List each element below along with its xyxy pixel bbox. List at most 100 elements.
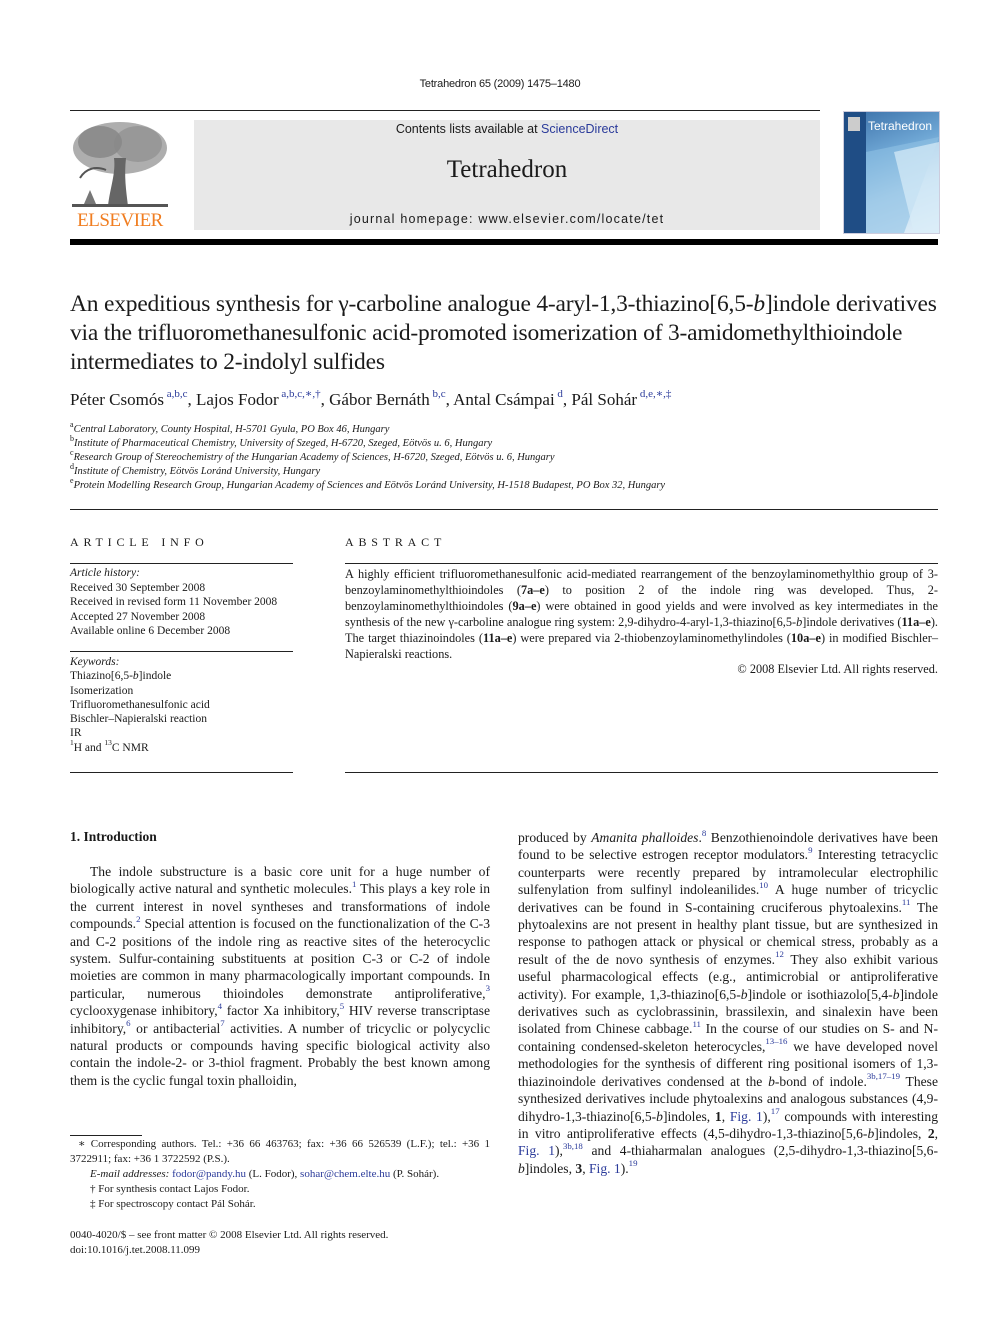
italic-text: b xyxy=(656,1108,663,1124)
author-name: Lajos Fodor xyxy=(196,390,279,409)
text-run: or antibacterial xyxy=(130,1020,221,1036)
keyword-item: Thiazino[6,5-b]indole xyxy=(70,670,172,683)
citation-ref[interactable]: 2 xyxy=(136,914,140,924)
citation-ref[interactable]: 4 xyxy=(218,1001,222,1011)
section-heading-introduction: 1. Introduction xyxy=(70,829,157,844)
footnotes: ∗ Corresponding authors. Tel.: +36 66 46… xyxy=(70,1137,490,1212)
history-label: Article history: xyxy=(70,567,140,579)
article-info-rule xyxy=(70,651,293,652)
author-name: Antal Csámpai xyxy=(453,390,555,409)
citation-ref[interactable]: 11 xyxy=(692,1019,701,1029)
footnote-rule xyxy=(70,1135,142,1136)
text-run: ) were prepared via 2-thiobenzoylaminome… xyxy=(512,631,791,645)
affiliation-item: eProtein Modelling Research Group, Hunga… xyxy=(70,475,666,491)
figure-link[interactable]: Fig. 1 xyxy=(730,1109,763,1124)
journal-cover-thumbnail[interactable]: Tetrahedron xyxy=(843,111,940,234)
author-name: Péter Csomós xyxy=(70,390,164,409)
citation-ref[interactable]: 12 xyxy=(775,949,784,959)
author-affiliation-ref[interactable]: d,e,∗,‡ xyxy=(637,388,672,400)
intro-paragraph: The indole substructure is a basic core … xyxy=(70,863,490,1089)
text-run: ), xyxy=(555,1143,563,1159)
figure-link[interactable]: Fig. 1 xyxy=(589,1161,621,1176)
history-online: Available online 6 December 2008 xyxy=(70,625,231,637)
keyword-item: Bischler–Napieralski reaction xyxy=(70,713,207,726)
compound-label: 10a–e xyxy=(790,631,821,645)
author-name: Pál Sohár xyxy=(571,390,638,409)
elsevier-tree-icon xyxy=(72,122,168,207)
contents-prefix: Contents lists available at xyxy=(395,122,542,136)
text-run: ]indoles, xyxy=(874,1125,928,1141)
citation-ref[interactable]: 6 xyxy=(126,1018,130,1028)
citation-ref[interactable]: 5 xyxy=(340,1001,344,1011)
abstract-rule xyxy=(345,563,938,564)
author-affiliation-ref[interactable]: a,b,c xyxy=(164,388,188,400)
citation-ref[interactable]: 13–16 xyxy=(765,1036,787,1046)
header-thick-rule xyxy=(70,239,938,245)
journal-banner: Contents lists available at ScienceDirec… xyxy=(194,120,820,230)
citation-ref[interactable]: 3b,18 xyxy=(563,1141,583,1151)
compound-label: 7a–e xyxy=(520,583,545,597)
citation-ref[interactable]: 9 xyxy=(808,845,812,855)
text-run: ]indole or isothiazolo[5,4- xyxy=(747,986,893,1002)
compound-label: 11a–e xyxy=(482,631,513,645)
article-title: An expeditious synthesis for γ-carboline… xyxy=(70,290,940,377)
journal-name: Tetrahedron xyxy=(446,156,568,183)
history-accepted: Accepted 27 November 2008 xyxy=(70,610,206,623)
text-run: and 4-thiaharmalan analogues (2,5-dihydr… xyxy=(582,1143,939,1159)
issn-line: 0040-4020/$ – see front matter © 2008 El… xyxy=(70,1229,389,1241)
email-link-sohar[interactable]: sohar@chem.elte.hu xyxy=(300,1168,390,1180)
citation-ref[interactable]: 10 xyxy=(759,880,768,890)
abstract-heading: ABSTRACT xyxy=(345,535,447,549)
italic-text: b xyxy=(740,986,748,1002)
affiliation-item: cResearch Group of Stereochemistry of th… xyxy=(70,447,555,463)
citation-ref[interactable]: 17 xyxy=(771,1106,780,1116)
keywords-label: Keywords: xyxy=(70,656,120,668)
elsevier-logo[interactable]: ELSEVIER xyxy=(70,118,170,232)
affiliation-item: aCentral Laboratory, County Hospital, H-… xyxy=(70,419,390,435)
article-history: Article history: Received 30 September 2… xyxy=(70,566,310,639)
abstract-copyright: © 2008 Elsevier Ltd. All rights reserved… xyxy=(737,662,938,676)
history-received: Received 30 September 2008 xyxy=(70,581,206,594)
affiliation-item: dInstitute of Chemistry, Eötvös Loránd U… xyxy=(70,461,321,477)
citation-ref[interactable]: 11 xyxy=(902,897,911,907)
text-run: -bond of indole. xyxy=(774,1073,867,1089)
sciencedirect-link[interactable]: ScienceDirect xyxy=(541,122,618,136)
author-affiliation-ref[interactable]: a,b,c,∗,† xyxy=(279,388,320,400)
footnote-double-dagger: ‡ For spectroscopy contact Pál Sohár. xyxy=(90,1198,256,1210)
citation-ref[interactable]: 7 xyxy=(220,1018,224,1028)
author-affiliation-ref[interactable]: d xyxy=(555,388,563,400)
compound-label: 2 xyxy=(927,1125,935,1141)
journal-reference: Tetrahedron 65 (2009) 1475–1480 xyxy=(419,78,581,90)
doi-line[interactable]: doi:10.1016/j.tet.2008.11.099 xyxy=(70,1243,490,1258)
text-run: cyclooxygenase inhibitory, xyxy=(70,1003,218,1019)
citation-ref[interactable]: 8 xyxy=(702,828,706,838)
footnote-dagger: † For synthesis contact Lajos Fodor. xyxy=(90,1183,250,1195)
author-affiliation-ref[interactable]: b,c xyxy=(430,388,445,400)
compound-label: 1 xyxy=(714,1108,722,1124)
section-rule xyxy=(70,509,938,510)
article-info-rule xyxy=(70,563,293,564)
body-column-left: The indole substructure is a basic core … xyxy=(70,863,490,1089)
author-name: Gábor Bernáth xyxy=(329,390,430,409)
author-separator: , xyxy=(320,390,330,409)
intro-paragraph-continued: produced by Amanita phalloides.8 Benzoth… xyxy=(518,828,939,1177)
text-run: factor Xa inhibitory, xyxy=(222,1003,340,1019)
keyword-item: 1H and 13C NMR xyxy=(70,738,149,754)
compound-label: 9a–e xyxy=(512,599,537,613)
keywords: Keywords: Thiazino[6,5-b]indole Isomeriz… xyxy=(70,655,310,755)
cover-title: Tetrahedron xyxy=(868,119,933,133)
affiliation-item: bInstitute of Pharmaceutical Chemistry, … xyxy=(70,433,493,449)
affiliation-list: aCentral Laboratory, County Hospital, H-… xyxy=(70,419,940,493)
text-run: , xyxy=(582,1160,589,1176)
abstract-text: A highly efficient trifluoromethanesulfo… xyxy=(345,566,938,662)
text-run: , xyxy=(934,1125,939,1141)
citation-ref[interactable]: 3 xyxy=(486,983,490,993)
citation-ref[interactable]: 3b,17–19 xyxy=(867,1071,900,1081)
footnote-corresponding: ∗ Corresponding authors. Tel.: +36 66 46… xyxy=(70,1138,490,1165)
journal-homepage[interactable]: journal homepage: www.elsevier.com/locat… xyxy=(194,212,820,226)
citation-ref[interactable]: 1 xyxy=(352,879,356,889)
figure-link[interactable]: Fig. 1 xyxy=(518,1143,555,1158)
compound-label: 11a–e xyxy=(901,615,931,629)
email-link-fodor[interactable]: fodor@pandy.hu xyxy=(172,1168,246,1180)
citation-ref[interactable]: 19 xyxy=(629,1158,638,1168)
